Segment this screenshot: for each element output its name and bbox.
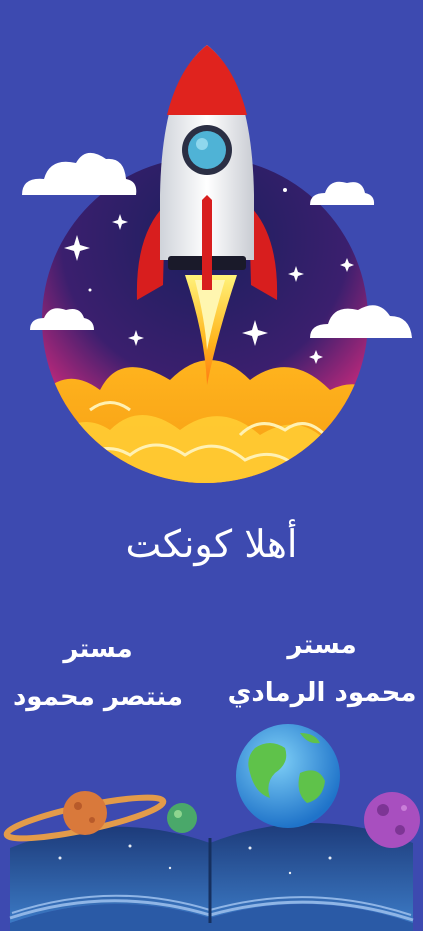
teacher-name: محمود الرمادي — [227, 678, 417, 708]
teacher-role: مستر — [287, 630, 357, 660]
teacher-card-left: مستر منتصر محمود — [8, 636, 188, 710]
purple-planet — [364, 792, 420, 848]
teacher-role: مستر — [63, 634, 133, 664]
teacher-card-right: مستر محمود الرمادي — [222, 632, 422, 706]
green-planet — [167, 803, 197, 833]
welcome-title: أهلا كونكت — [125, 522, 298, 566]
open-book-with-planets-illustration — [3, 724, 420, 931]
earth-planet — [236, 724, 340, 828]
rocket-launch-illustration — [22, 45, 412, 483]
teacher-name: منتصر محمود — [12, 682, 184, 712]
splash-screen: أهلا كونكت مستر منتصر محمود مستر محمود ا… — [0, 0, 423, 931]
